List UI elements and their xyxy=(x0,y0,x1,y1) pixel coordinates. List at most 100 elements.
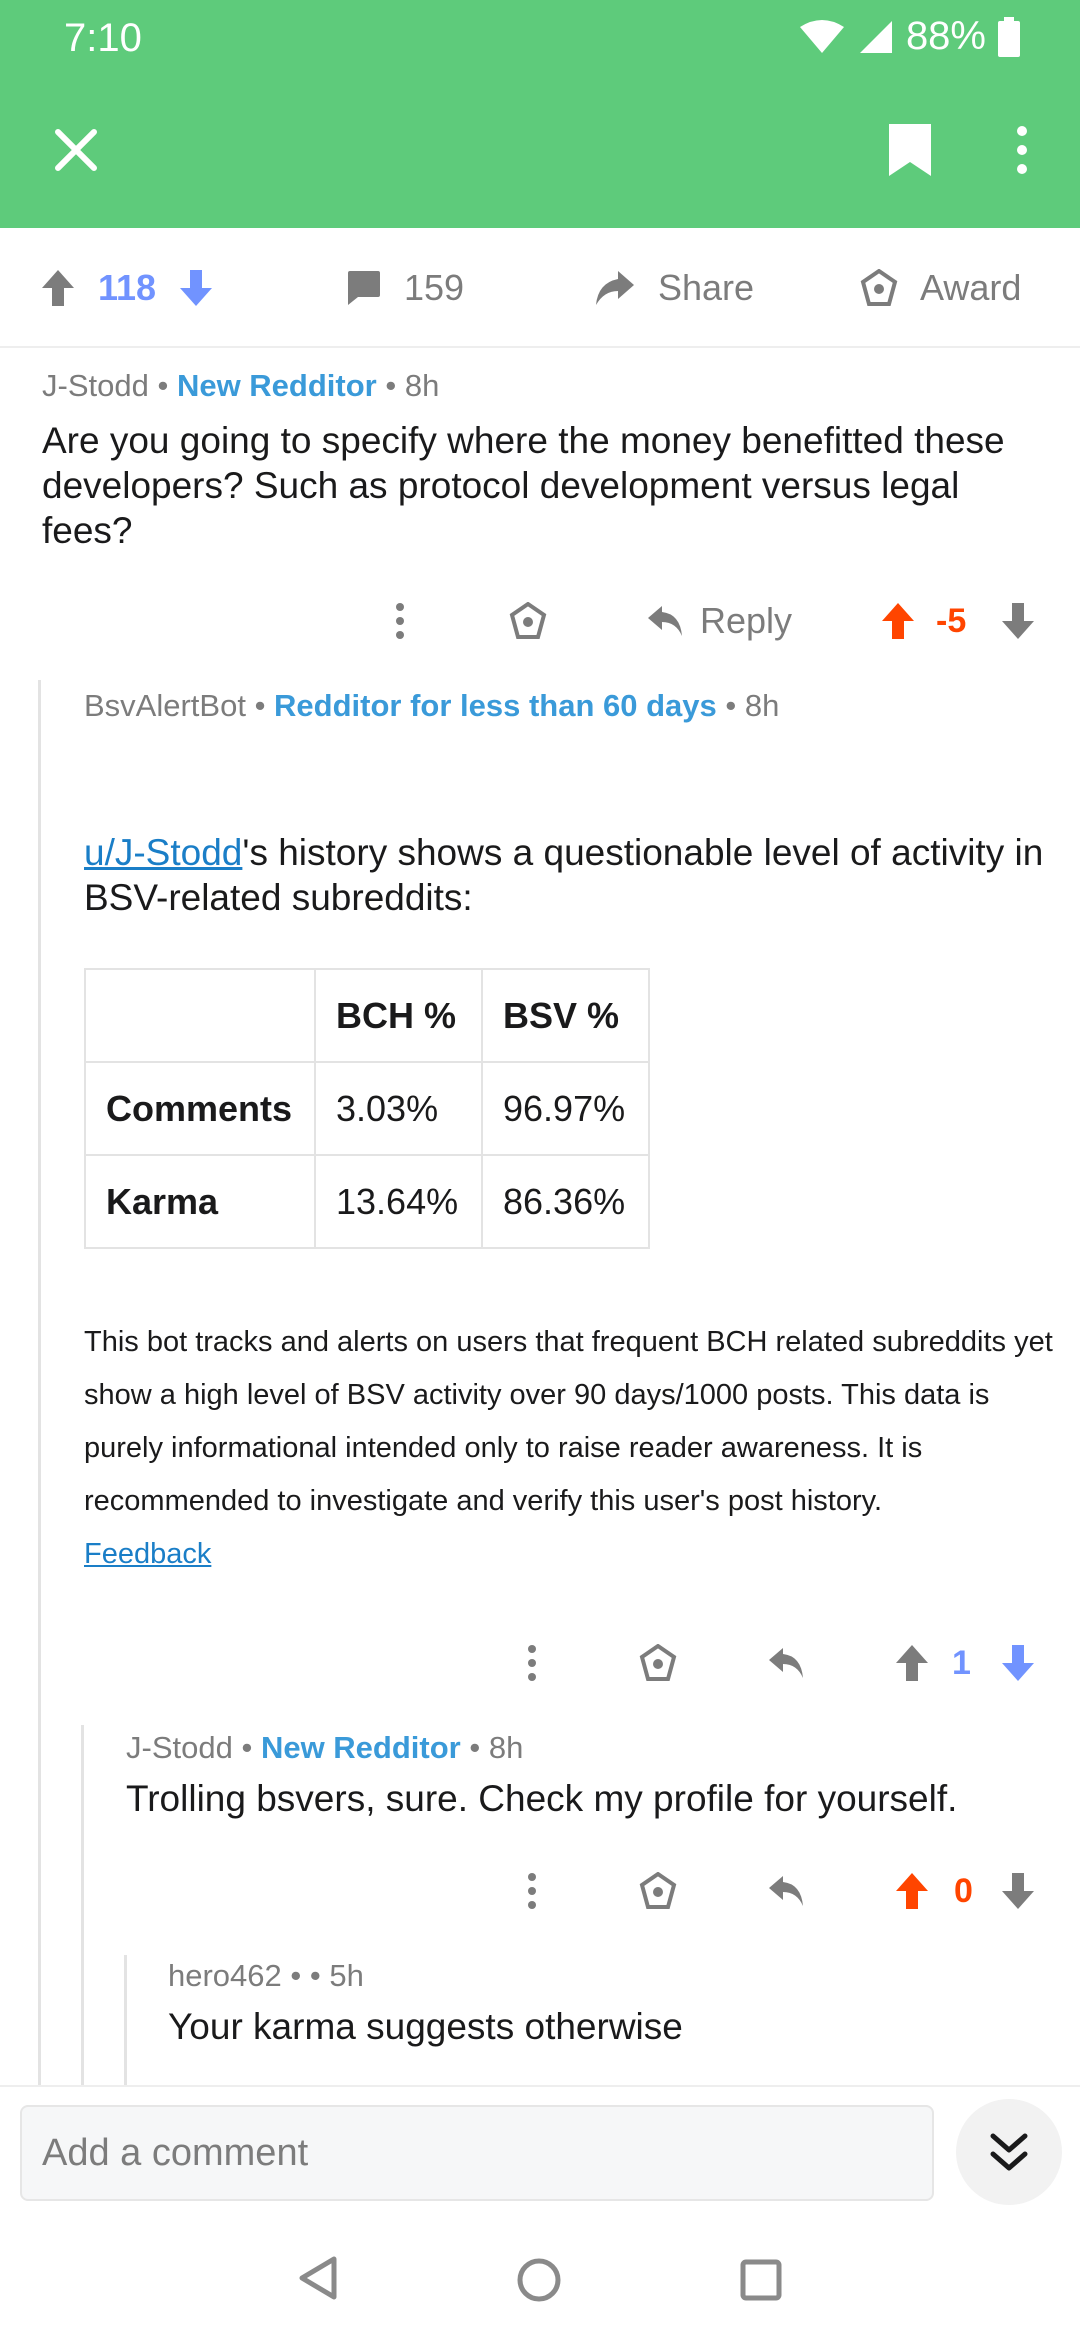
author-flair: New Redditor xyxy=(260,1730,461,1765)
comment-downvote-button[interactable] xyxy=(996,1638,1040,1688)
post-vote-group: 118 xyxy=(40,228,214,348)
award-icon xyxy=(639,1872,677,1909)
comment-2-meta: BsvAlertBot • Redditor for less than 60 … xyxy=(84,688,780,723)
table-row-label: Karma xyxy=(84,1154,316,1249)
reply-icon xyxy=(769,1876,803,1906)
reply-button[interactable]: Reply xyxy=(634,596,804,646)
comment-3-meta: J-Stodd • New Redditor • 8h xyxy=(126,1730,524,1765)
comment-icon xyxy=(348,271,380,305)
more-vertical-icon xyxy=(396,603,404,639)
comment-count: 159 xyxy=(404,267,465,308)
comment-3-body: Trolling bsvers, sure. Check my profile … xyxy=(126,1778,958,1819)
signal-icon xyxy=(859,20,892,53)
feedback-link[interactable]: Feedback xyxy=(84,1538,211,1570)
comment-award-button[interactable] xyxy=(634,1638,682,1688)
comment-score: 0 xyxy=(954,1872,973,1910)
close-icon xyxy=(55,129,97,171)
author-flair: New Redditor xyxy=(176,368,377,403)
status-time: 7:10 xyxy=(64,16,142,60)
award-icon xyxy=(860,269,898,306)
more-vertical-icon xyxy=(528,1645,536,1681)
comment-award-button[interactable] xyxy=(504,596,552,646)
table-row: Comments 3.03% 96.97% xyxy=(84,1061,650,1156)
wifi-icon xyxy=(799,19,844,53)
more-options-button[interactable] xyxy=(990,110,1054,190)
award-icon xyxy=(509,602,547,639)
reply-button[interactable] xyxy=(762,1866,810,1916)
upvote-icon[interactable] xyxy=(40,268,76,308)
table-header-row: BCH % BSV % xyxy=(84,968,650,1063)
comment-more-button[interactable] xyxy=(512,1638,552,1688)
table-cell: 86.36% xyxy=(481,1154,650,1249)
thread-line-3 xyxy=(124,1955,127,2085)
upvote-icon xyxy=(896,1645,928,1681)
battery-icon xyxy=(998,16,1020,57)
downvote-icon[interactable] xyxy=(178,268,214,308)
downvote-icon xyxy=(1002,1645,1034,1681)
comment-more-button[interactable] xyxy=(512,1866,552,1916)
table-header: BSV % xyxy=(481,968,650,1063)
reply-icon xyxy=(647,606,682,636)
comment-downvote-button[interactable] xyxy=(996,596,1040,646)
comment-award-button[interactable] xyxy=(634,1866,682,1916)
table-row: Karma 13.64% 86.36% xyxy=(84,1154,650,1249)
back-icon[interactable] xyxy=(296,2255,342,2301)
recents-icon[interactable] xyxy=(740,2259,782,2301)
home-icon[interactable] xyxy=(516,2257,562,2303)
reply-icon xyxy=(769,1648,803,1678)
table-cell: 13.64% xyxy=(314,1154,483,1249)
table-cell: 3.03% xyxy=(314,1061,483,1156)
comment-age: 8h xyxy=(744,688,780,723)
comment-upvote-button[interactable] xyxy=(890,1638,934,1688)
post-action-bar: 118 159 Share Award xyxy=(0,228,1080,348)
downvote-icon xyxy=(1002,603,1034,639)
bookmark-button[interactable] xyxy=(870,110,950,190)
bookmark-icon xyxy=(889,124,931,176)
comment-author[interactable]: J-Stodd xyxy=(126,1730,233,1765)
system-nav-bar xyxy=(0,2215,1080,2340)
award-label: Award xyxy=(920,267,1022,308)
share-button[interactable]: Share xyxy=(594,228,754,348)
post-score: 118 xyxy=(98,267,157,308)
user-mention-link[interactable]: u/J-Stodd xyxy=(84,832,242,873)
thread-line-1 xyxy=(38,680,41,2085)
comment-more-button[interactable] xyxy=(380,596,420,646)
bot-note-text: This bot tracks and alerts on users that… xyxy=(84,1326,1053,1517)
share-label: Share xyxy=(658,267,755,308)
table-header xyxy=(84,968,316,1063)
comment-age: 8h xyxy=(488,1730,524,1765)
activity-table: BCH % BSV % Comments 3.03% 96.97% Karma … xyxy=(84,968,650,1249)
award-icon xyxy=(639,1644,677,1681)
comment-author[interactable]: BsvAlertBot xyxy=(84,688,246,723)
close-button[interactable] xyxy=(36,110,116,190)
jump-next-comment-button[interactable] xyxy=(956,2099,1062,2205)
double-chevron-down-icon xyxy=(990,2133,1028,2171)
comment-composer-bar: Add a comment xyxy=(0,2085,1080,2215)
comment-downvote-button[interactable] xyxy=(996,1866,1040,1916)
status-bar: 7:10 88% xyxy=(0,0,1080,80)
comment-upvote-button[interactable] xyxy=(890,1866,934,1916)
comment-1-meta: J-Stodd • New Redditor • 8h xyxy=(42,368,440,403)
author-flair: Redditor for less than 60 days xyxy=(274,688,717,723)
table-cell: 96.97% xyxy=(481,1061,650,1156)
more-vertical-icon xyxy=(1017,126,1027,174)
status-icons: 88% xyxy=(798,14,1020,59)
thread-line-2 xyxy=(81,1725,84,2085)
comment-age: 5h xyxy=(329,1958,364,1993)
comment-upvote-button[interactable] xyxy=(876,596,920,646)
more-vertical-icon xyxy=(528,1873,536,1909)
comment-1-body: Are you going to specify where the money… xyxy=(42,420,1005,551)
comment-score: 1 xyxy=(952,1644,971,1682)
comment-author[interactable]: hero462 xyxy=(168,1958,282,1993)
reply-button[interactable] xyxy=(762,1638,810,1688)
table-row-label: Comments xyxy=(84,1061,316,1156)
share-icon xyxy=(596,271,634,305)
add-comment-input[interactable]: Add a comment xyxy=(20,2105,934,2201)
comment-4-meta: hero462 • • 5h xyxy=(168,1958,364,1993)
comment-4-body: Your karma suggests otherwise xyxy=(168,2006,683,2047)
downvote-icon xyxy=(1002,1873,1034,1909)
table-header: BCH % xyxy=(314,968,483,1063)
comments-button[interactable]: 159 xyxy=(344,228,464,348)
comment-author[interactable]: J-Stodd xyxy=(42,368,149,403)
award-button[interactable]: Award xyxy=(860,228,1021,348)
